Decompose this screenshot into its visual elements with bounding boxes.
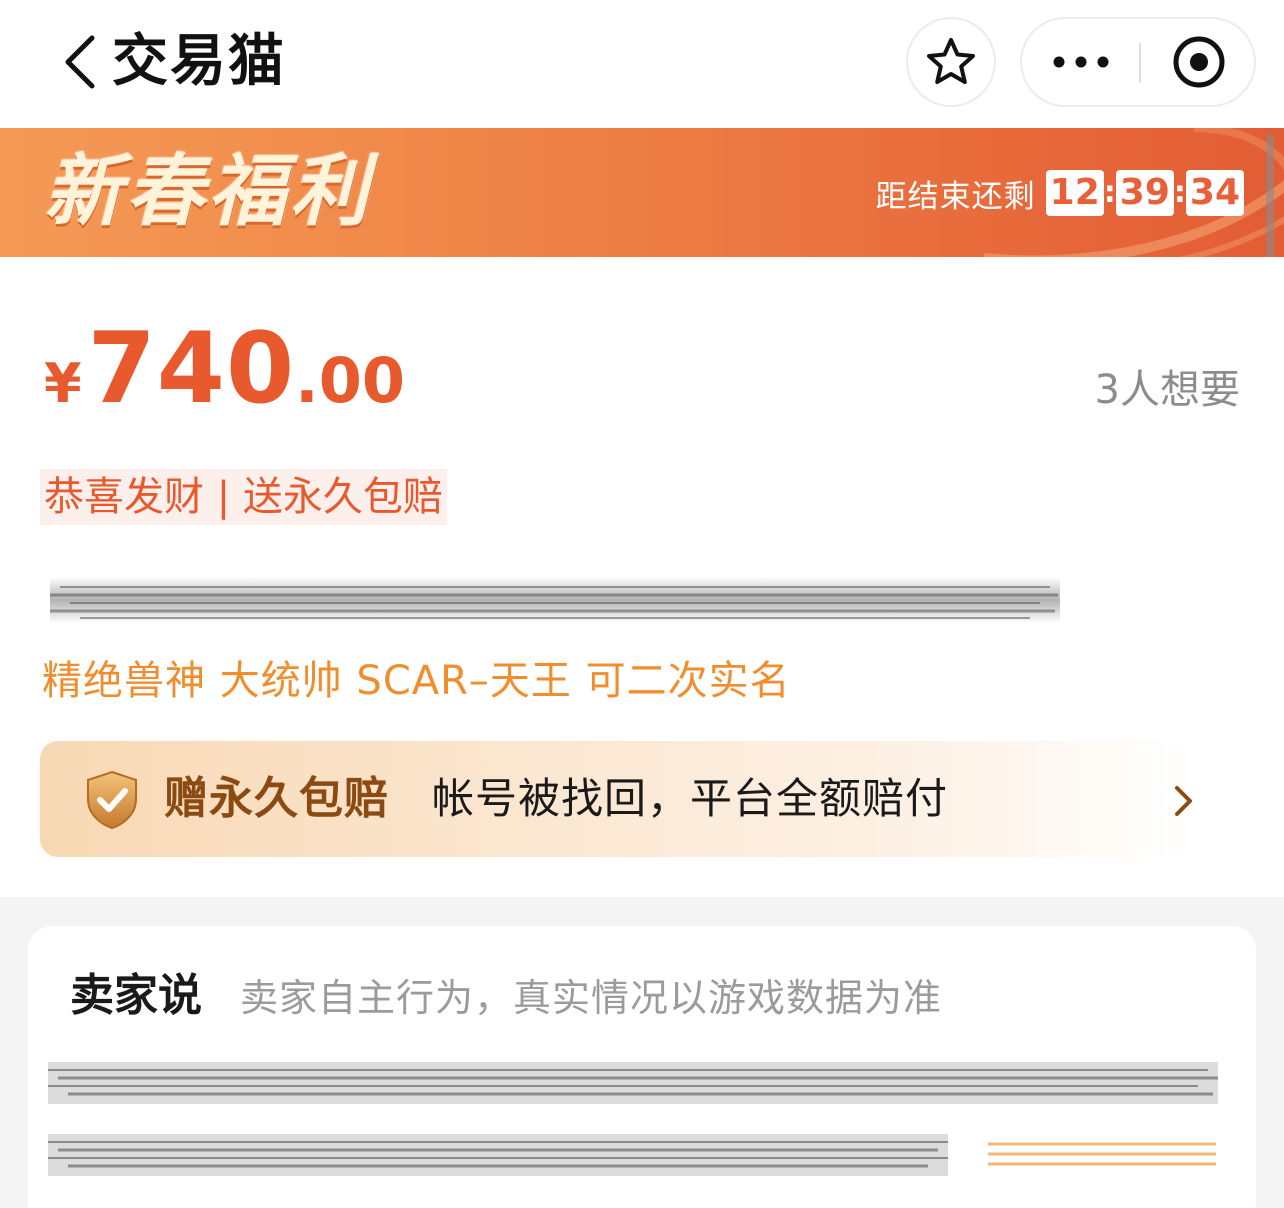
blurred-text-redaction xyxy=(50,577,1060,623)
price-decimal: .00 xyxy=(295,344,405,417)
top-nav-bar: 交易猫 xyxy=(0,0,1284,128)
listing-info-card: ¥ 740 .00 3人想要 恭喜发财 | 送永久包赔 精绝兽神 大统帅 SCA… xyxy=(0,257,1284,897)
guarantee-banner[interactable]: 赠永久包赔 帐号被找回，平台全额赔付 xyxy=(40,741,1196,857)
price: ¥ 740 .00 xyxy=(44,319,405,419)
close-miniprogram-button[interactable] xyxy=(1141,19,1256,105)
banner-title: 新春福利 xyxy=(44,147,373,237)
favorite-button[interactable] xyxy=(906,17,996,107)
back-chevron-icon[interactable] xyxy=(58,32,106,92)
mini-program-capsule xyxy=(1020,17,1256,107)
more-button[interactable] xyxy=(1022,19,1140,105)
star-icon xyxy=(927,38,975,84)
price-integer: 740 xyxy=(87,312,296,426)
guarantee-title: 赠永久包赔 xyxy=(164,773,389,824)
promo-tag: 恭喜发财 | 送永久包赔 xyxy=(40,469,447,525)
guarantee-description: 帐号被找回，平台全额赔付 xyxy=(432,774,949,823)
countdown-timer: 距结束还剩 12 : 39 : 34 xyxy=(876,170,1244,216)
listing-subtitle: 精绝兽神 大统帅 SCAR–天王 可二次实名 xyxy=(42,658,791,704)
countdown-label: 距结束还剩 xyxy=(875,178,1036,215)
target-close-icon xyxy=(1173,36,1224,88)
chevron-right-icon xyxy=(1175,786,1192,816)
countdown-minutes: 39 xyxy=(1115,170,1174,216)
countdown-separator: : xyxy=(1103,175,1116,210)
shield-check-icon xyxy=(87,770,137,830)
more-dots-icon xyxy=(1053,56,1109,68)
countdown-seconds: 34 xyxy=(1185,170,1244,216)
seller-says-card: 卖家说 卖家自主行为，真实情况以游戏数据为准 xyxy=(28,926,1256,1208)
blurred-text-redaction xyxy=(48,1134,1216,1176)
page-title: 交易猫 xyxy=(112,29,286,94)
promo-banner: 新春福利 距结束还剩 12 : 39 : 34 xyxy=(0,128,1284,257)
countdown-separator: : xyxy=(1173,175,1186,210)
blurred-text-redaction xyxy=(48,1062,1218,1104)
wants-count: 3人想要 xyxy=(1094,367,1240,413)
countdown-hours: 12 xyxy=(1045,170,1104,216)
seller-disclaimer: 卖家自主行为，真实情况以游戏数据为准 xyxy=(240,976,943,1020)
seller-section-title: 卖家说 xyxy=(70,970,202,1021)
price-currency: ¥ xyxy=(44,352,82,415)
